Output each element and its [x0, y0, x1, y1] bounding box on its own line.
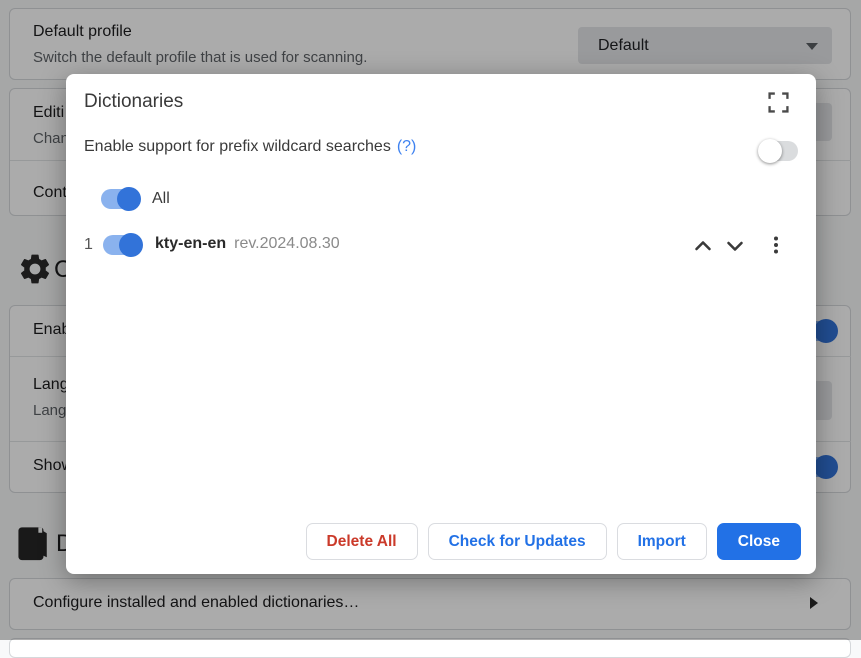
- wildcard-help-link[interactable]: (?): [397, 138, 417, 156]
- dictionaries-modal: Dictionaries Enable support for prefix w…: [66, 74, 816, 574]
- next-card-sliver: [9, 638, 851, 658]
- delete-all-button[interactable]: Delete All: [306, 523, 418, 560]
- modal-title: Dictionaries: [84, 91, 183, 113]
- wildcard-label: Enable support for prefix wildcard searc…: [84, 138, 391, 156]
- all-toggle-label: All: [152, 190, 170, 208]
- dictionary-toggle[interactable]: [103, 235, 141, 255]
- wildcard-row: Enable support for prefix wildcard searc…: [84, 138, 416, 156]
- wildcard-toggle[interactable]: [760, 141, 798, 161]
- modal-footer: Delete All Check for Updates Import Clos…: [306, 523, 801, 560]
- import-button[interactable]: Import: [617, 523, 707, 560]
- move-up-icon[interactable]: [692, 235, 714, 257]
- kebab-menu-icon[interactable]: [765, 234, 787, 256]
- dictionary-revision: rev.2024.08.30: [234, 235, 340, 253]
- move-down-icon[interactable]: [724, 235, 746, 257]
- dictionary-name: kty-en-en: [155, 235, 226, 253]
- all-dictionaries-toggle[interactable]: [101, 189, 139, 209]
- fullscreen-icon[interactable]: [766, 90, 790, 114]
- check-for-updates-button[interactable]: Check for Updates: [428, 523, 607, 560]
- dictionary-index: 1: [84, 236, 93, 254]
- close-button[interactable]: Close: [717, 523, 801, 560]
